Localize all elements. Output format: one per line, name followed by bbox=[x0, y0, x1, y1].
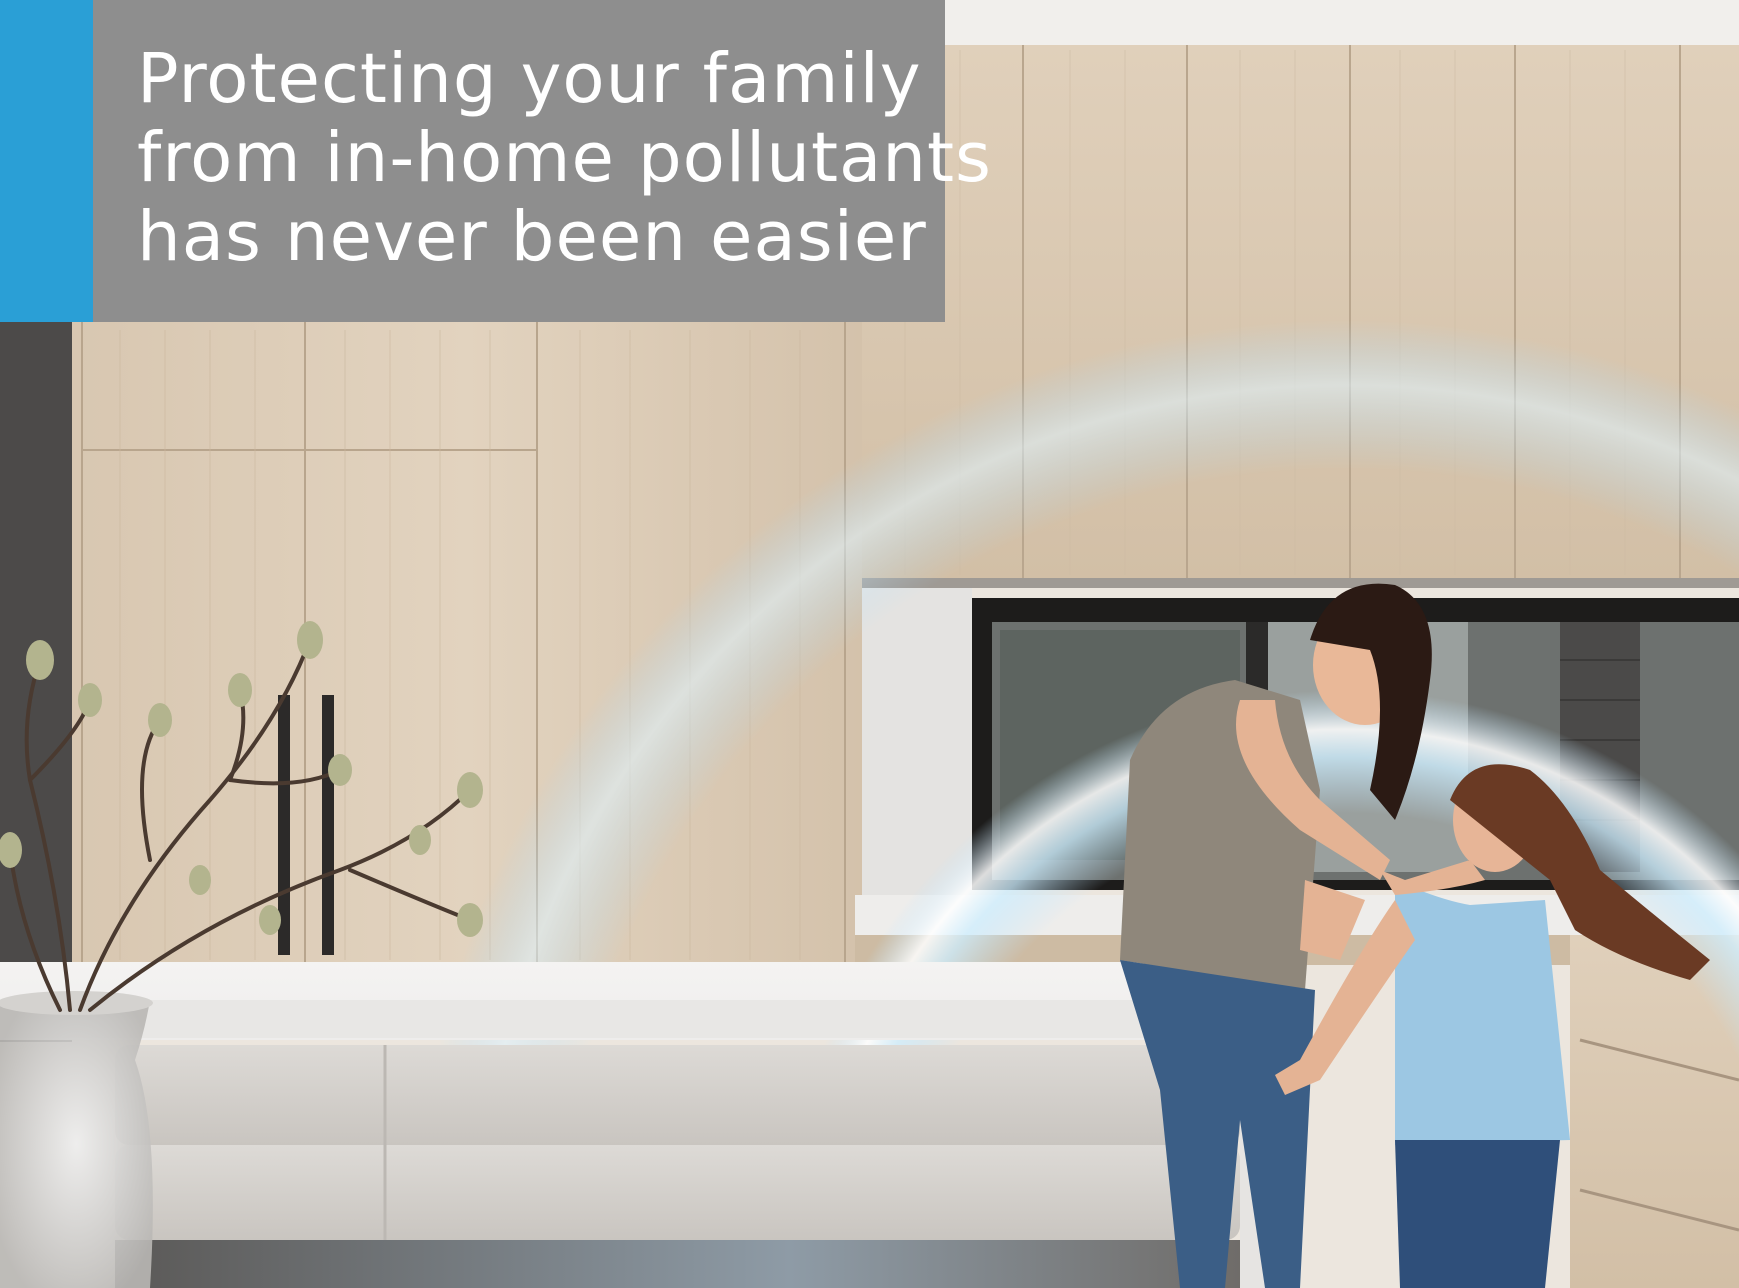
headline-line-1: Protecting your family bbox=[137, 39, 922, 119]
headline-line-2: from in-home pollutants bbox=[137, 118, 993, 198]
headline-panel: Protecting your family from in-home poll… bbox=[0, 0, 993, 322]
headline: Protecting your family from in-home poll… bbox=[137, 39, 993, 277]
headline-line-3: has never been easier bbox=[137, 197, 927, 277]
accent-bar bbox=[0, 0, 93, 322]
